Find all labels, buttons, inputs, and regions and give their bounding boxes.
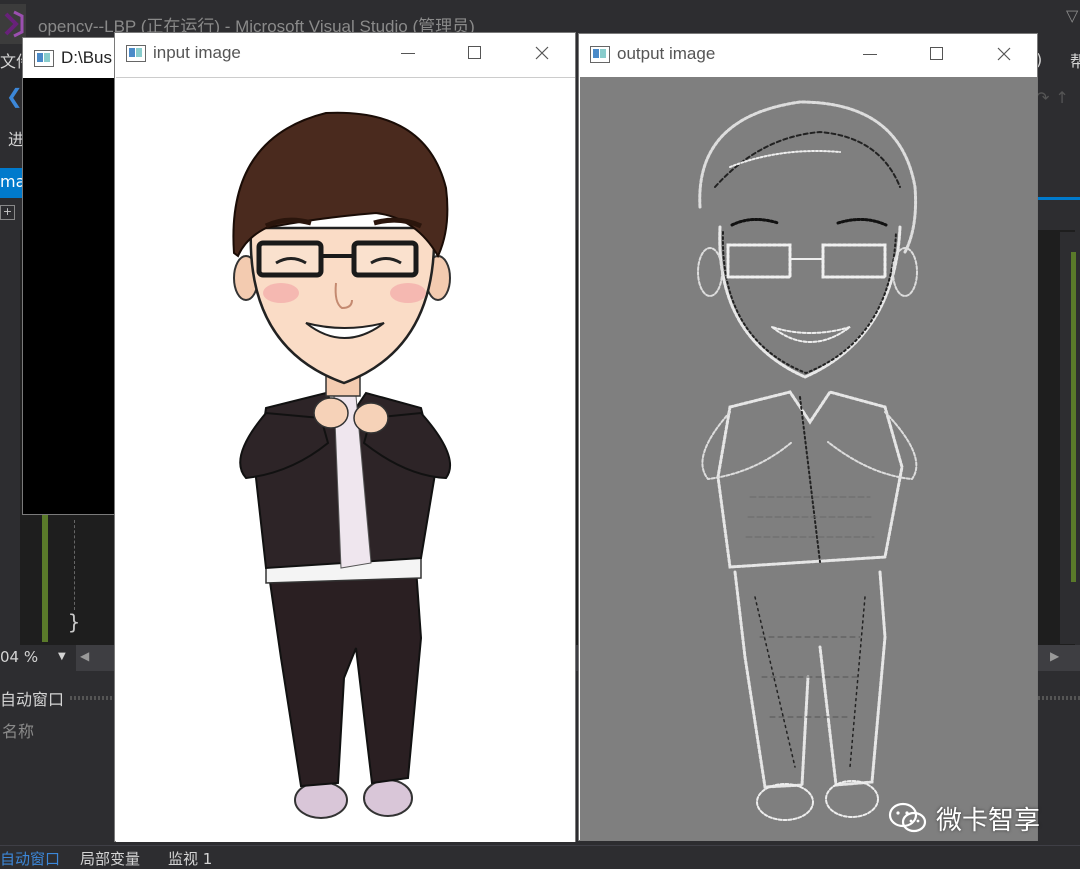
- close-button[interactable]: [527, 39, 557, 67]
- code-closing-brace: }: [68, 610, 81, 634]
- output-window-title: output image: [617, 44, 716, 63]
- window-app-icon: [590, 46, 610, 63]
- tab-accent-line: [1038, 197, 1080, 200]
- close-button[interactable]: [989, 40, 1019, 68]
- change-marker: [42, 510, 48, 642]
- input-image-canvas: [116, 77, 575, 842]
- minimize-button[interactable]: [393, 39, 423, 67]
- console-window[interactable]: D:\Bus: [22, 37, 124, 515]
- scroll-left-icon[interactable]: ◀: [80, 649, 89, 663]
- tab-autos[interactable]: 自动窗口: [0, 848, 60, 869]
- console-title: D:\Bus: [61, 48, 113, 67]
- cartoon-person-image: [232, 111, 451, 819]
- input-window-title: input image: [153, 43, 241, 62]
- console-titlebar[interactable]: D:\Bus: [23, 38, 123, 78]
- output-window-titlebar[interactable]: output image: [579, 34, 1037, 74]
- autos-panel-title: 自动窗口: [0, 690, 65, 709]
- debug-tabs-bar: [0, 845, 1080, 866]
- chevron-down-icon: ▼: [58, 651, 66, 662]
- watermark-text: 微卡智享: [936, 806, 1041, 836]
- close-icon: [997, 47, 1011, 61]
- filter-icon[interactable]: ▽: [1066, 6, 1078, 25]
- menu-help[interactable]: 帮: [1070, 48, 1080, 72]
- vertical-scrollbar[interactable]: [1060, 232, 1080, 644]
- maximize-button[interactable]: [460, 39, 490, 67]
- wechat-icon: [888, 802, 928, 841]
- tab-watch-1[interactable]: 监视 1: [168, 848, 212, 869]
- zoom-value: 04 %: [0, 648, 39, 666]
- scroll-right-icon[interactable]: ▶: [1050, 649, 1059, 663]
- lbp-texture-image: [697, 100, 918, 821]
- maximize-button[interactable]: [922, 40, 952, 68]
- tab-locals[interactable]: 局部变量: [80, 848, 140, 869]
- output-lbp-image-canvas: [580, 77, 1037, 841]
- window-app-icon: [126, 45, 146, 62]
- close-icon: [535, 46, 549, 60]
- output-image-window[interactable]: output image: [578, 33, 1038, 841]
- zoom-dropdown[interactable]: 04 % ▼: [0, 645, 76, 671]
- toolbar-step-icons[interactable]: ↷↑: [1036, 88, 1075, 107]
- column-header-name[interactable]: 名称: [2, 718, 34, 742]
- navigate-back-icon[interactable]: ❮: [6, 84, 23, 108]
- input-window-titlebar[interactable]: input image: [115, 33, 575, 73]
- indent-guide: [74, 520, 76, 610]
- input-image-window[interactable]: input image: [114, 32, 576, 842]
- tab-main-cpp[interactable]: mai: [0, 168, 30, 198]
- minimize-button[interactable]: [855, 40, 885, 68]
- expand-icon[interactable]: +: [0, 205, 15, 220]
- console-app-icon: [34, 50, 54, 67]
- scrollbar-change-marker: [1071, 252, 1076, 582]
